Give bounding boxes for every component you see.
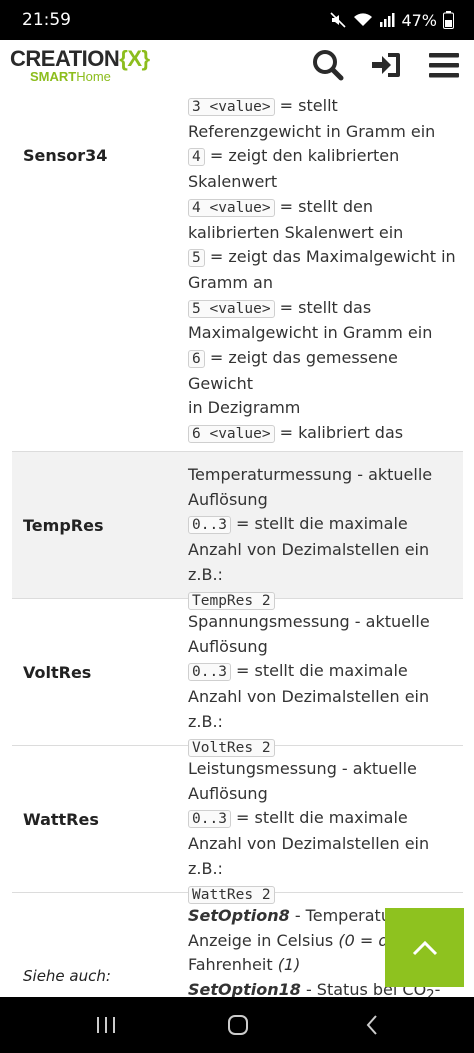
desc-text: Auflösung	[188, 783, 268, 803]
status-icons: 47%	[329, 11, 454, 30]
login-button[interactable]	[368, 48, 404, 82]
status-time: 21:59	[22, 10, 71, 30]
navigation-bar	[0, 997, 474, 1053]
desc-text: Leistungsmessung - aktuelle	[188, 759, 417, 778]
desc-text: Temperaturmessung - aktuelle	[188, 465, 433, 484]
desc-text: kalibrierten Skalenwert ein	[188, 222, 404, 242]
desc-text: = stellt die maximale	[236, 661, 408, 681]
desc-text: = zeigt das gemessene Gewicht	[188, 348, 398, 393]
command-description: Spannungsmessung - aktuelle Auflösung 0.…	[188, 610, 460, 760]
command-name: TempRes	[23, 516, 104, 535]
table-row-voltres: VoltRes Spannungsmessung - aktuelle Aufl…	[12, 599, 463, 757]
setoption18-link[interactable]: SetOption18	[188, 980, 301, 997]
command-name: VoltRes	[23, 663, 92, 682]
login-icon	[372, 53, 400, 77]
search-icon	[313, 50, 344, 81]
code-snippet: 4	[188, 148, 205, 167]
command-description: 3 <value> = stellt Referenzgewicht in Gr…	[188, 94, 460, 472]
desc-text: Maximalgewicht in Gramm ein	[188, 323, 433, 343]
desc-text: Spannungsmessung - aktuelle	[188, 612, 430, 631]
code-snippet: 0..3	[188, 516, 231, 535]
menu-button[interactable]	[426, 48, 462, 82]
command-description: Temperaturmessung - aktuelle Auflösung 0…	[188, 463, 460, 613]
home-icon	[228, 1015, 248, 1035]
desc-text: = stellt die maximale	[236, 808, 408, 828]
desc-text: Anzahl von Dezimalstellen ein z.B.:	[188, 834, 430, 878]
recent-apps-icon	[97, 1017, 115, 1033]
logo-sub-bold: SMART	[30, 69, 77, 84]
desc-text: Anzeige in Celsius	[188, 930, 339, 950]
home-button[interactable]	[218, 1011, 258, 1039]
desc-text: = zeigt das Maximalgewicht in	[209, 247, 456, 267]
battery-icon	[443, 11, 454, 29]
desc-text: Auflösung	[188, 636, 268, 656]
setoption8-link[interactable]: SetOption8	[188, 906, 290, 925]
desc-text: = kalibriert das	[279, 423, 404, 443]
search-button[interactable]	[310, 48, 346, 82]
logo-main-text: CREATION	[10, 46, 120, 71]
code-snippet: 4 <value>	[188, 198, 275, 217]
see-also-label: Siehe auch:	[23, 967, 111, 985]
battery-percent: 47%	[401, 10, 437, 30]
command-name: Sensor34	[23, 146, 108, 165]
command-description: Leistungsmessung - aktuelle Auflösung 0.…	[188, 757, 460, 907]
desc-text: = stellt	[279, 96, 338, 115]
code-snippet: 5	[188, 249, 205, 268]
recent-apps-button[interactable]	[86, 1011, 126, 1039]
desc-text: Referenzgewicht in Gramm ein	[188, 121, 436, 141]
desc-text: = zeigt den kalibrierten	[209, 146, 400, 166]
chevron-up-icon	[412, 940, 437, 955]
code-snippet: 0..3	[188, 810, 231, 829]
signal-icon	[380, 13, 395, 27]
desc-subscript: 2	[426, 988, 435, 997]
logo-sub-light: Home	[76, 69, 111, 84]
desc-text: Skalenwert	[188, 172, 278, 192]
desc-text: Fahrenheit	[188, 955, 278, 975]
code-snippet: 0..3	[188, 663, 231, 682]
table-row-sensor34: Sensor34 3 <value> = stellt Referenzgewi…	[12, 94, 463, 468]
back-icon	[366, 1015, 377, 1035]
commands-table: Sensor34 3 <value> = stellt Referenzgewi…	[12, 94, 463, 997]
scroll-to-top-button[interactable]	[385, 908, 464, 987]
desc-text: Gramm an	[188, 272, 273, 292]
table-row-wattres: WattRes Leistungsmessung - aktuelle Aufl…	[12, 746, 463, 904]
code-snippet: 5 <value>	[188, 299, 275, 318]
status-bar: 21:59 47%	[0, 0, 474, 40]
table-row-tempres: TempRes Temperaturmessung - aktuelle Auf…	[12, 452, 463, 610]
back-button[interactable]	[352, 1011, 392, 1039]
code-snippet: 6	[188, 350, 205, 369]
hamburger-menu-icon	[429, 53, 459, 78]
desc-text: Anzahl von Dezimalstellen ein z.B.:	[188, 540, 430, 584]
wifi-icon	[354, 13, 373, 26]
desc-text: = stellt das	[279, 297, 372, 317]
code-snippet: 3 <value>	[188, 98, 275, 116]
code-snippet: 6 <value>	[188, 425, 275, 444]
desc-italic: (1)	[277, 955, 301, 975]
logo-x-text: {X}	[119, 46, 150, 71]
command-name: WattRes	[23, 810, 99, 829]
desc-text: = stellt die maximale	[236, 514, 408, 534]
desc-text: in Dezigramm	[188, 398, 301, 418]
site-header: CREATION{X} SMARTHome	[0, 40, 474, 94]
mute-icon	[330, 12, 347, 28]
site-logo[interactable]: CREATION{X} SMARTHome	[10, 48, 150, 84]
desc-text: Auflösung	[188, 489, 268, 509]
desc-text: Anzahl von Dezimalstellen ein z.B.:	[188, 687, 430, 731]
desc-text: = stellt den	[279, 196, 374, 216]
